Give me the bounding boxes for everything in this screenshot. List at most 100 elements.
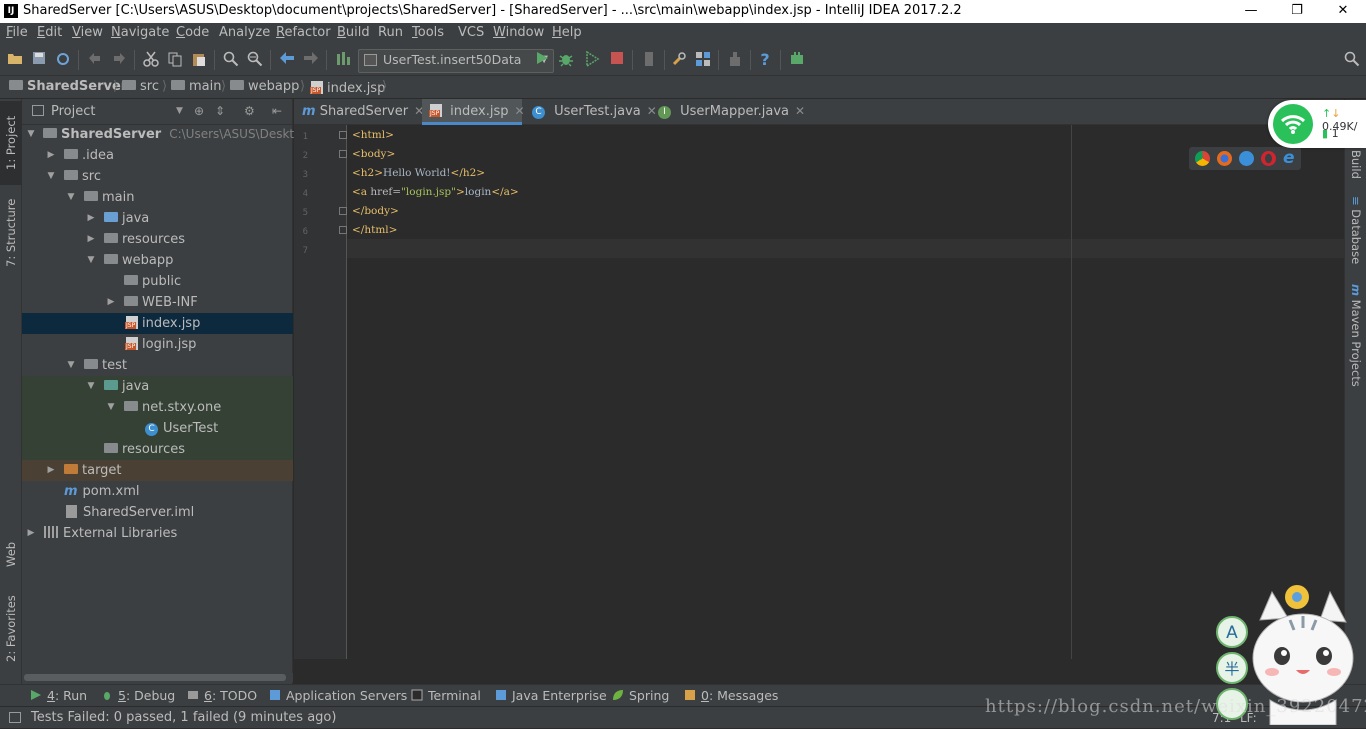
menu-tools[interactable]: Tools xyxy=(412,25,444,40)
run-icon[interactable] xyxy=(533,51,551,69)
open-icon[interactable] xyxy=(6,51,24,69)
sync-icon[interactable] xyxy=(54,51,72,69)
tab-sharedserver[interactable]: m SharedServer ✕ xyxy=(294,99,430,125)
hide-panel-icon[interactable]: ⇤ xyxy=(272,104,282,118)
project-view-label[interactable]: Project xyxy=(51,104,95,119)
redo-icon[interactable] xyxy=(110,51,128,69)
tree-item-main[interactable]: ▼ main xyxy=(22,187,293,208)
menu-build[interactable]: Build xyxy=(337,25,370,40)
breadcrumb-file[interactable]: index.jsp xyxy=(310,79,385,96)
undo-icon[interactable] xyxy=(86,51,104,69)
tree-item-sharedserver[interactable]: ▼ SharedServer C:\Users\ASUS\Desktop\ xyxy=(22,124,314,145)
find-icon[interactable] xyxy=(222,51,240,69)
chevron-down-icon[interactable]: ▼ xyxy=(176,106,183,116)
collapse-all-icon[interactable]: ⇕ xyxy=(215,104,225,118)
minimize-button[interactable]: — xyxy=(1228,0,1274,23)
menu-edit[interactable]: Edit xyxy=(37,25,62,40)
stop-icon[interactable] xyxy=(608,51,626,69)
sdk-icon[interactable] xyxy=(726,51,744,69)
scroll-from-source-icon[interactable]: ⊕ xyxy=(194,104,204,118)
attach-icon[interactable] xyxy=(640,51,658,69)
gear-icon[interactable]: ⚙ xyxy=(244,104,255,118)
breadcrumb-main[interactable]: main xyxy=(171,79,221,94)
help-icon[interactable]: ? xyxy=(756,51,774,69)
save-icon[interactable] xyxy=(30,51,48,69)
web-tool-tab[interactable]: Web xyxy=(0,529,22,579)
run-tool-button[interactable]: 4: Run xyxy=(30,688,87,703)
tree-item-login-jsp[interactable]: login.jsp xyxy=(22,334,293,355)
restore-button[interactable]: ❐ xyxy=(1274,0,1320,23)
menu-navigate[interactable]: Navigate xyxy=(111,25,169,40)
database-tool-tab[interactable]: ≡ Database xyxy=(1345,195,1366,265)
menu-refactor[interactable]: Refactor xyxy=(276,25,331,40)
maven-tool-tab[interactable]: m Maven Projects xyxy=(1345,284,1366,387)
cut-icon[interactable] xyxy=(142,51,160,69)
replace-icon[interactable] xyxy=(246,51,264,69)
menu-code[interactable]: Code xyxy=(176,25,209,40)
search-everywhere-icon[interactable] xyxy=(1343,51,1361,69)
tree-item-web-inf[interactable]: ▶ WEB-INF xyxy=(22,292,293,313)
favorites-tool-tab[interactable]: 2: Favorites xyxy=(0,589,22,669)
status-message[interactable]: Tests Failed: 0 passed, 1 failed (9 minu… xyxy=(31,710,336,725)
fold-marker-icon[interactable] xyxy=(339,226,347,234)
build-icon[interactable] xyxy=(334,51,352,69)
project-tool-tab[interactable]: 1: Project xyxy=(0,101,22,185)
tree-item-test-java[interactable]: ▼ java xyxy=(22,376,293,397)
copy-icon[interactable] xyxy=(166,51,184,69)
tree-item-iml[interactable]: SharedServer.iml xyxy=(22,502,293,523)
forward-icon[interactable] xyxy=(302,51,320,69)
coverage-icon[interactable] xyxy=(583,50,601,69)
menu-window[interactable]: Window xyxy=(493,25,544,40)
tree-item-idea[interactable]: ▶ .idea xyxy=(22,145,293,166)
menu-help[interactable]: Help xyxy=(552,25,582,40)
paste-icon[interactable] xyxy=(190,51,208,69)
project-structure-icon[interactable] xyxy=(694,51,712,69)
todo-tool-button[interactable]: 6: TODO xyxy=(187,688,257,703)
debug-tool-button[interactable]: 5: Debug xyxy=(101,688,175,703)
menu-view[interactable]: View xyxy=(72,25,103,40)
tree-item-main-java[interactable]: ▶ java xyxy=(22,208,293,229)
tab-usermapper-java[interactable]: I UserMapper.java ✕ xyxy=(650,99,808,125)
tree-item-public[interactable]: public xyxy=(22,271,293,292)
network-speed-widget[interactable]: ↑↓ 0.49K/ ▮ 1 xyxy=(1268,100,1366,148)
breadcrumb-webapp[interactable]: webapp xyxy=(230,79,299,94)
terminal-button[interactable]: Terminal xyxy=(411,688,481,703)
tree-item-index-jsp[interactable]: index.jsp xyxy=(22,313,293,334)
spring-button[interactable]: Spring xyxy=(612,688,669,703)
internet-explorer-icon[interactable]: e xyxy=(1283,150,1298,167)
fold-marker-icon[interactable] xyxy=(339,150,347,158)
tree-item-test[interactable]: ▼ test xyxy=(22,355,293,376)
tree-item-target[interactable]: ▶ target xyxy=(22,460,293,481)
safari-icon[interactable] xyxy=(1239,151,1254,166)
tab-usertest-java[interactable]: C UserTest.java ✕ xyxy=(524,99,657,125)
tree-item-external-libraries[interactable]: ▶ External Libraries xyxy=(22,523,293,544)
run-configuration-dropdown[interactable]: UserTest.insert50Data ▼ xyxy=(358,49,554,73)
debug-icon[interactable] xyxy=(557,51,575,69)
settings-wrench-icon[interactable] xyxy=(670,51,688,69)
messages-button[interactable]: 0: Messages xyxy=(684,688,778,703)
chrome-icon[interactable] xyxy=(1195,151,1210,166)
tree-item-usertest[interactable]: C UserTest xyxy=(22,418,293,439)
breadcrumb-project[interactable]: SharedServer xyxy=(9,79,127,94)
back-icon[interactable] xyxy=(278,51,296,69)
breadcrumb-src[interactable]: src xyxy=(122,79,159,94)
code-editor[interactable]: 1 2 3 4 5 6 7 <html> <body> <h2>Hello Wo… xyxy=(294,125,1344,659)
fold-marker-icon[interactable] xyxy=(339,131,347,139)
menu-analyze[interactable]: Analyze xyxy=(219,25,270,40)
close-tab-icon[interactable]: ✕ xyxy=(795,104,805,118)
fold-marker-icon[interactable] xyxy=(339,207,347,215)
application-servers-button[interactable]: Application Servers xyxy=(269,688,407,703)
menu-file[interactable]: File xyxy=(6,25,28,40)
tree-item-package[interactable]: ▼ net.stxy.one xyxy=(22,397,293,418)
menu-run[interactable]: Run xyxy=(378,25,403,40)
toggle-tool-windows-icon[interactable] xyxy=(9,712,21,723)
tree-item-src[interactable]: ▼ src xyxy=(22,166,293,187)
horizontal-scrollbar[interactable] xyxy=(22,673,293,682)
plugin-icon[interactable] xyxy=(788,51,806,69)
menu-vcs[interactable]: VCS xyxy=(458,25,484,40)
tree-item-main-resources[interactable]: ▶ resources xyxy=(22,229,293,250)
build-tool-tab[interactable]: Build xyxy=(1345,144,1366,184)
java-enterprise-button[interactable]: Java Enterprise xyxy=(495,688,607,703)
tab-index-jsp[interactable]: index.jsp✕ xyxy=(422,99,525,125)
close-window-button[interactable]: ✕ xyxy=(1320,0,1366,23)
